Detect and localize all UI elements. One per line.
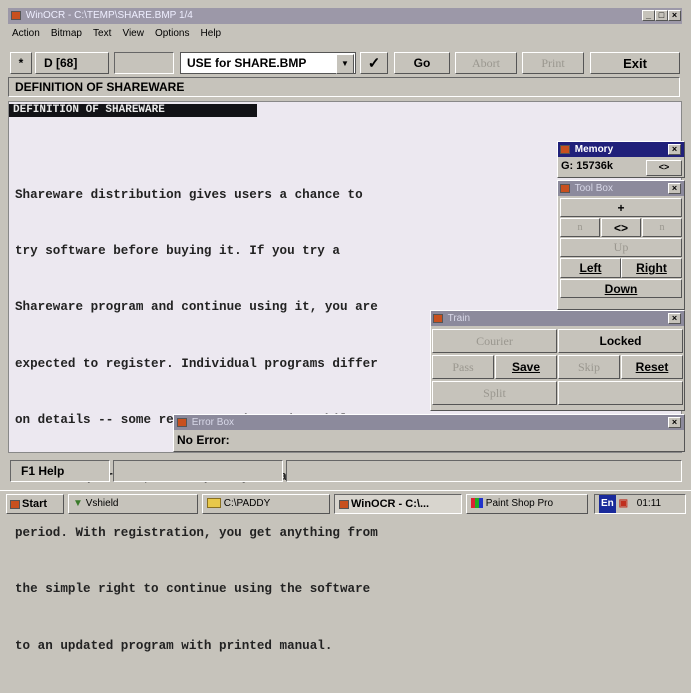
memory-close-button[interactable]: ×: [668, 144, 681, 155]
minimize-button[interactable]: _: [642, 10, 655, 21]
menu-action[interactable]: Action: [12, 28, 40, 39]
menu-bar: Action Bitmap Text View Options Help: [8, 25, 682, 41]
skip-button[interactable]: Skip: [558, 355, 620, 379]
taskbar-item-label: Paint Shop Pro: [485, 498, 554, 509]
locked-button[interactable]: Locked: [558, 329, 683, 353]
error-message: No Error:: [177, 433, 230, 447]
status-help: F1 Help: [10, 460, 110, 482]
menu-options[interactable]: Options: [155, 28, 189, 39]
checkmark-button[interactable]: ✓: [360, 52, 388, 74]
maximize-button[interactable]: □: [655, 10, 668, 21]
exit-button[interactable]: Exit: [590, 52, 680, 74]
error-box-title: Error Box: [191, 417, 235, 428]
train-icon: [433, 313, 443, 323]
status-panel-2: [113, 460, 283, 482]
error-box-titlebar[interactable]: Error Box ×: [174, 415, 684, 430]
toolbox-close-button[interactable]: ×: [668, 183, 681, 194]
memory-panel: Memory × G: 15736k <>: [557, 141, 685, 178]
text-line: to an updated program with printed manua…: [15, 638, 333, 653]
print-button[interactable]: Print: [522, 52, 584, 74]
memory-titlebar[interactable]: Memory ×: [558, 142, 684, 157]
star-button[interactable]: *: [10, 52, 32, 74]
toolbox-left-small-button[interactable]: n: [560, 218, 600, 237]
taskbar-item-label: C:\PADDY: [223, 498, 271, 509]
clock: 01:11: [636, 498, 662, 509]
menu-view[interactable]: View: [122, 28, 144, 39]
memory-value: G: 15736k: [561, 160, 613, 172]
start-button[interactable]: Start: [6, 494, 64, 514]
windows-logo-icon: [10, 499, 20, 509]
toolbox-up-button[interactable]: Up: [560, 238, 682, 257]
taskbar-item-paddy[interactable]: C:\PADDY: [202, 494, 330, 514]
folder-icon: [207, 498, 221, 509]
error-box-panel: Error Box × No Error:: [173, 414, 685, 452]
toolbox-right-button[interactable]: Right: [621, 258, 682, 278]
train-titlebar[interactable]: Train ×: [431, 311, 684, 326]
close-button[interactable]: ×: [668, 10, 681, 21]
text-line: Shareware distribution gives users a cha…: [15, 187, 363, 202]
taskbar-item-vshield[interactable]: ▼ Vshield: [68, 494, 198, 514]
system-tray: En ▣ 01:11: [594, 494, 686, 514]
menu-bitmap[interactable]: Bitmap: [51, 28, 82, 39]
toolbox-panel: Tool Box × + n <> n Up Left Right Down: [557, 180, 685, 310]
shield-icon: ▼: [73, 498, 83, 509]
ocr-mode-select[interactable]: USE for SHARE.BMP ▼: [180, 52, 356, 74]
text-line: period. With registration, you get anyth…: [15, 525, 378, 540]
taskbar: Start ▼ Vshield C:\PADDY WinOCR - C:\...…: [0, 490, 691, 515]
toolbox-plus-button[interactable]: +: [560, 198, 682, 217]
pass-button[interactable]: Pass: [432, 355, 494, 379]
memory-title: Memory: [574, 144, 614, 155]
toolbox-right-small-button[interactable]: n: [642, 218, 682, 237]
toolbox-down-button[interactable]: Down: [560, 279, 682, 298]
reset-button[interactable]: Reset: [621, 355, 683, 379]
courier-button[interactable]: Courier: [432, 329, 557, 353]
train-close-button[interactable]: ×: [668, 313, 681, 324]
toolbox-center-button[interactable]: <>: [601, 218, 641, 237]
taskbar-item-paintshop[interactable]: Paint Shop Pro: [466, 494, 588, 514]
train-empty-cell: [558, 381, 683, 405]
taskbar-item-label: WinOCR - C:\...: [351, 498, 430, 510]
menu-help[interactable]: Help: [201, 28, 222, 39]
train-panel: Train × Courier Locked Pass Save Skip Re…: [430, 310, 685, 411]
menu-text[interactable]: Text: [93, 28, 111, 39]
memory-toggle-button[interactable]: <>: [646, 160, 682, 176]
text-line: the simple right to continue using the s…: [15, 582, 371, 597]
toolbox-left-button[interactable]: Left: [560, 258, 621, 278]
ocr-mode-value: USE for SHARE.BMP: [187, 56, 307, 70]
document-heading: DEFINITION OF SHAREWARE: [9, 104, 257, 117]
tray-icon[interactable]: ▣: [619, 498, 628, 509]
language-indicator[interactable]: En: [599, 495, 616, 513]
memory-icon: [560, 144, 570, 154]
save-button[interactable]: Save: [495, 355, 557, 379]
drive-indicator[interactable]: D [68]: [35, 52, 109, 74]
taskbar-item-label: Vshield: [85, 498, 119, 509]
split-button[interactable]: Split: [432, 381, 557, 405]
window-titlebar[interactable]: WinOCR - C:\TEMP\SHARE.BMP 1/4 _ □ ×: [8, 8, 682, 24]
document-title-field: DEFINITION OF SHAREWARE: [8, 77, 680, 97]
toolbox-icon: [560, 183, 570, 193]
toolbox-titlebar[interactable]: Tool Box ×: [558, 181, 684, 196]
error-box-close-button[interactable]: ×: [668, 417, 681, 428]
status-panel-3: [286, 460, 682, 482]
abort-button[interactable]: Abort: [455, 52, 517, 74]
text-line: try software before buying it. If you tr…: [15, 243, 340, 258]
app-icon: [11, 10, 21, 20]
palette-icon: [471, 498, 483, 509]
train-title: Train: [447, 313, 471, 324]
window-title: WinOCR - C:\TEMP\SHARE.BMP 1/4: [25, 10, 193, 21]
chevron-down-icon[interactable]: ▼: [336, 54, 354, 74]
blank-field: [114, 52, 174, 74]
winocr-icon: [339, 499, 349, 509]
error-box-icon: [177, 417, 187, 427]
taskbar-item-winocr[interactable]: WinOCR - C:\...: [334, 494, 462, 514]
text-line: expected to register. Individual program…: [15, 356, 378, 371]
text-line: Shareware program and continue using it,…: [15, 300, 378, 315]
go-button[interactable]: Go: [394, 52, 450, 74]
toolbox-title: Tool Box: [574, 183, 613, 194]
start-label: Start: [22, 498, 48, 510]
